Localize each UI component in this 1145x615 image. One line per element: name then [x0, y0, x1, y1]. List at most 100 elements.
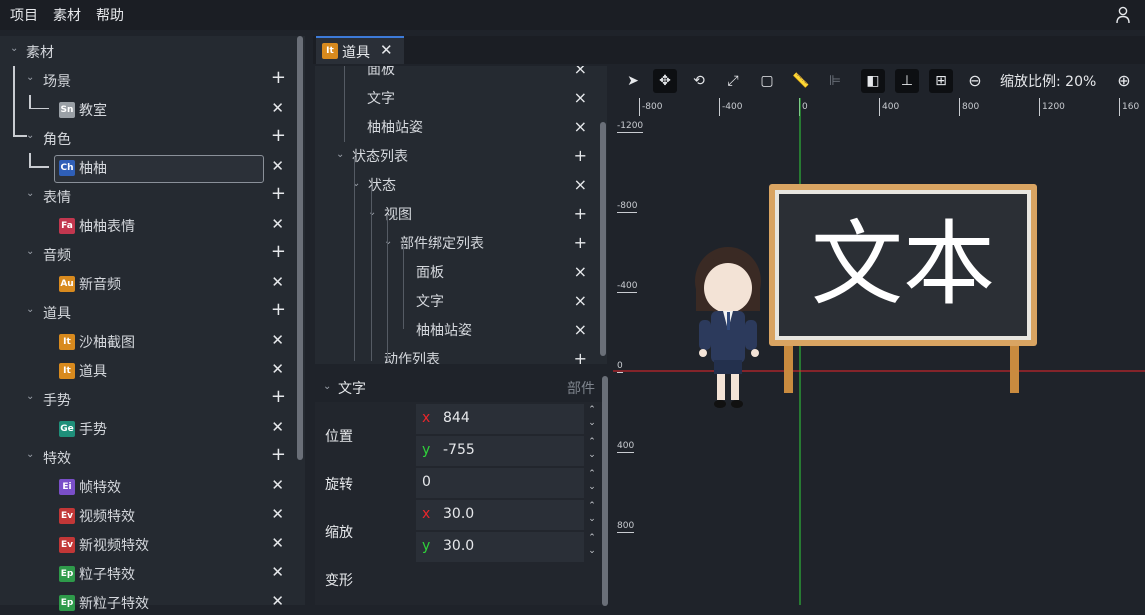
add-icon[interactable]: + [574, 204, 587, 223]
delete-icon[interactable]: × [574, 117, 587, 136]
add-icon[interactable]: + [271, 243, 286, 261]
fit-view-icon[interactable]: ⊞ [929, 69, 953, 93]
tree-group-row[interactable]: ⌄ 特效 + [0, 444, 300, 470]
zoom-in-icon[interactable]: ⊕ [1112, 69, 1136, 93]
chevron-down-icon[interactable]: ⌄ [26, 450, 36, 460]
tree-item-row[interactable]: Ev 新视频特效 ✕ [0, 531, 300, 557]
chevron-down-icon[interactable]: ⌄ [336, 149, 344, 160]
move-icon[interactable]: ✥ [653, 69, 677, 93]
add-icon[interactable]: + [271, 69, 286, 87]
add-icon[interactable]: + [271, 388, 286, 406]
rotate-icon[interactable]: ⟲ [687, 69, 711, 93]
delete-icon[interactable]: × [574, 88, 587, 107]
chevron-down-icon[interactable]: ⌄ [26, 131, 36, 141]
close-icon[interactable]: ✕ [380, 41, 393, 59]
scene-canvas[interactable]: -800 -400 0 400 800 1200 160 -1200 -800 … [613, 98, 1145, 605]
structure-tree-row[interactable]: ⌄ 状态 × [315, 170, 607, 199]
delete-icon[interactable]: ✕ [271, 476, 284, 494]
delete-icon[interactable]: × [574, 262, 587, 281]
delete-icon[interactable]: × [574, 66, 587, 78]
scale-y-field[interactable]: y 30.0 [416, 532, 584, 562]
tree-item-row[interactable]: Ep 新粒子特效 ✕ [0, 589, 300, 615]
position-x-stepper[interactable]: ⌃ ⌄ [585, 404, 599, 434]
add-icon[interactable]: + [271, 446, 286, 464]
chevron-down-icon[interactable]: ⌄ [384, 236, 392, 247]
position-y-field[interactable]: y -755 [416, 436, 584, 466]
delete-icon[interactable]: ✕ [271, 360, 284, 378]
tree-group-row[interactable]: ⌄ 表情 + [0, 183, 300, 209]
tree-item-row[interactable]: Ep 粒子特效 ✕ [0, 560, 300, 586]
structure-tree-row[interactable]: 柚柚站姿 × [315, 315, 607, 344]
chevron-down-icon[interactable]: ⌄ [10, 44, 20, 54]
ruler-icon[interactable]: 📏 [789, 69, 813, 93]
rect-transform-icon[interactable]: ▢ [755, 69, 779, 93]
add-icon[interactable]: + [271, 185, 286, 203]
structure-tree-row[interactable]: ⌄ 视图 + [315, 199, 607, 228]
tree-group-row[interactable]: ⌄ 场景 + [0, 67, 300, 93]
scale-y-stepper[interactable]: ⌃ ⌄ [585, 532, 599, 562]
scale-y-value[interactable]: 30.0 [443, 538, 474, 554]
add-icon[interactable]: + [574, 146, 587, 165]
rotation-field[interactable]: 0 [416, 468, 584, 498]
tree-group-row[interactable]: ⌄ 手势 + [0, 386, 300, 412]
structure-tree-row[interactable]: 文字 × [315, 83, 607, 112]
structure-tree-row[interactable]: 面板 × [315, 66, 607, 83]
delete-icon[interactable]: × [574, 175, 587, 194]
add-icon[interactable]: + [574, 233, 587, 252]
zoom-out-icon[interactable]: ⊖ [963, 69, 987, 93]
delete-icon[interactable]: ✕ [271, 215, 284, 233]
pointer-icon[interactable]: ➤ [621, 69, 645, 93]
position-y-value[interactable]: -755 [443, 442, 475, 458]
user-icon[interactable] [1115, 6, 1131, 24]
menu-help[interactable]: 帮助 [96, 5, 124, 25]
delete-icon[interactable]: ✕ [271, 418, 284, 436]
rotation-value[interactable]: 0 [422, 474, 431, 490]
tree-item-row[interactable]: It 沙柚截图 ✕ [0, 328, 300, 354]
tree-item-row[interactable]: Ge 手势 ✕ [0, 415, 300, 441]
position-x-field[interactable]: x 844 [416, 404, 584, 434]
delete-icon[interactable]: ✕ [271, 99, 284, 117]
tree-item-row[interactable]: Fa 柚柚表情 ✕ [0, 212, 300, 238]
delete-icon[interactable]: ✕ [271, 331, 284, 349]
structure-tree-row[interactable]: ⌄ 部件绑定列表 + [315, 228, 607, 257]
character-sprite[interactable] [695, 247, 761, 408]
chevron-down-icon[interactable]: ⌄ [26, 305, 36, 315]
delete-icon[interactable]: ✕ [271, 157, 284, 175]
asset-tree-scrollbar[interactable] [297, 36, 303, 460]
scale-icon[interactable]: ⤢ [721, 69, 745, 93]
position-y-stepper[interactable]: ⌃ ⌄ [585, 436, 599, 466]
rotation-stepper[interactable]: ⌃ ⌄ [585, 468, 599, 498]
tree-item-row[interactable]: Ei 帧特效 ✕ [0, 473, 300, 499]
layer-icon[interactable]: ◧ [861, 69, 885, 93]
delete-icon[interactable]: ✕ [271, 592, 284, 610]
structure-tree-row[interactable]: 文字 × [315, 286, 607, 315]
tree-group-row[interactable]: ⌄ 道具 + [0, 299, 300, 325]
tree-item-row[interactable]: Sn 教室 ✕ [0, 96, 300, 122]
tree-group-row[interactable]: ⌄ 音频 + [0, 241, 300, 267]
structure-tree-scrollbar[interactable] [600, 122, 606, 356]
add-icon[interactable]: + [271, 127, 286, 145]
structure-tree-row[interactable]: 面板 × [315, 257, 607, 286]
properties-header[interactable]: ⌄ 文字 部件 [315, 372, 607, 402]
tree-item-row[interactable]: Ev 视频特效 ✕ [0, 502, 300, 528]
structure-tree-row[interactable]: ⌄ 状态列表 + [315, 141, 607, 170]
chevron-down-icon[interactable]: ⌄ [26, 189, 36, 199]
tree-item-row[interactable]: It 道具 ✕ [0, 357, 300, 383]
scale-x-field[interactable]: x 30.0 [416, 500, 584, 530]
delete-icon[interactable]: ✕ [271, 273, 284, 291]
chevron-down-icon[interactable]: ⌄ [26, 73, 36, 83]
scale-x-value[interactable]: 30.0 [443, 506, 474, 522]
add-icon[interactable]: + [574, 349, 587, 364]
menu-project[interactable]: 项目 [10, 5, 38, 25]
chevron-down-icon[interactable]: ⌄ [368, 207, 376, 218]
anchor-icon[interactable]: ⊥ [895, 69, 919, 93]
position-x-value[interactable]: 844 [443, 410, 470, 426]
delete-icon[interactable]: ✕ [271, 505, 284, 523]
tab-props[interactable]: It 道具 ✕ [316, 36, 404, 64]
structure-tree-row[interactable]: 动作列表 + [315, 344, 607, 364]
tree-item-row[interactable]: Au 新音频 ✕ [0, 270, 300, 296]
delete-icon[interactable]: ✕ [271, 563, 284, 581]
delete-icon[interactable]: × [574, 320, 587, 339]
scale-x-stepper[interactable]: ⌃ ⌄ [585, 500, 599, 530]
properties-scrollbar[interactable] [602, 376, 608, 606]
